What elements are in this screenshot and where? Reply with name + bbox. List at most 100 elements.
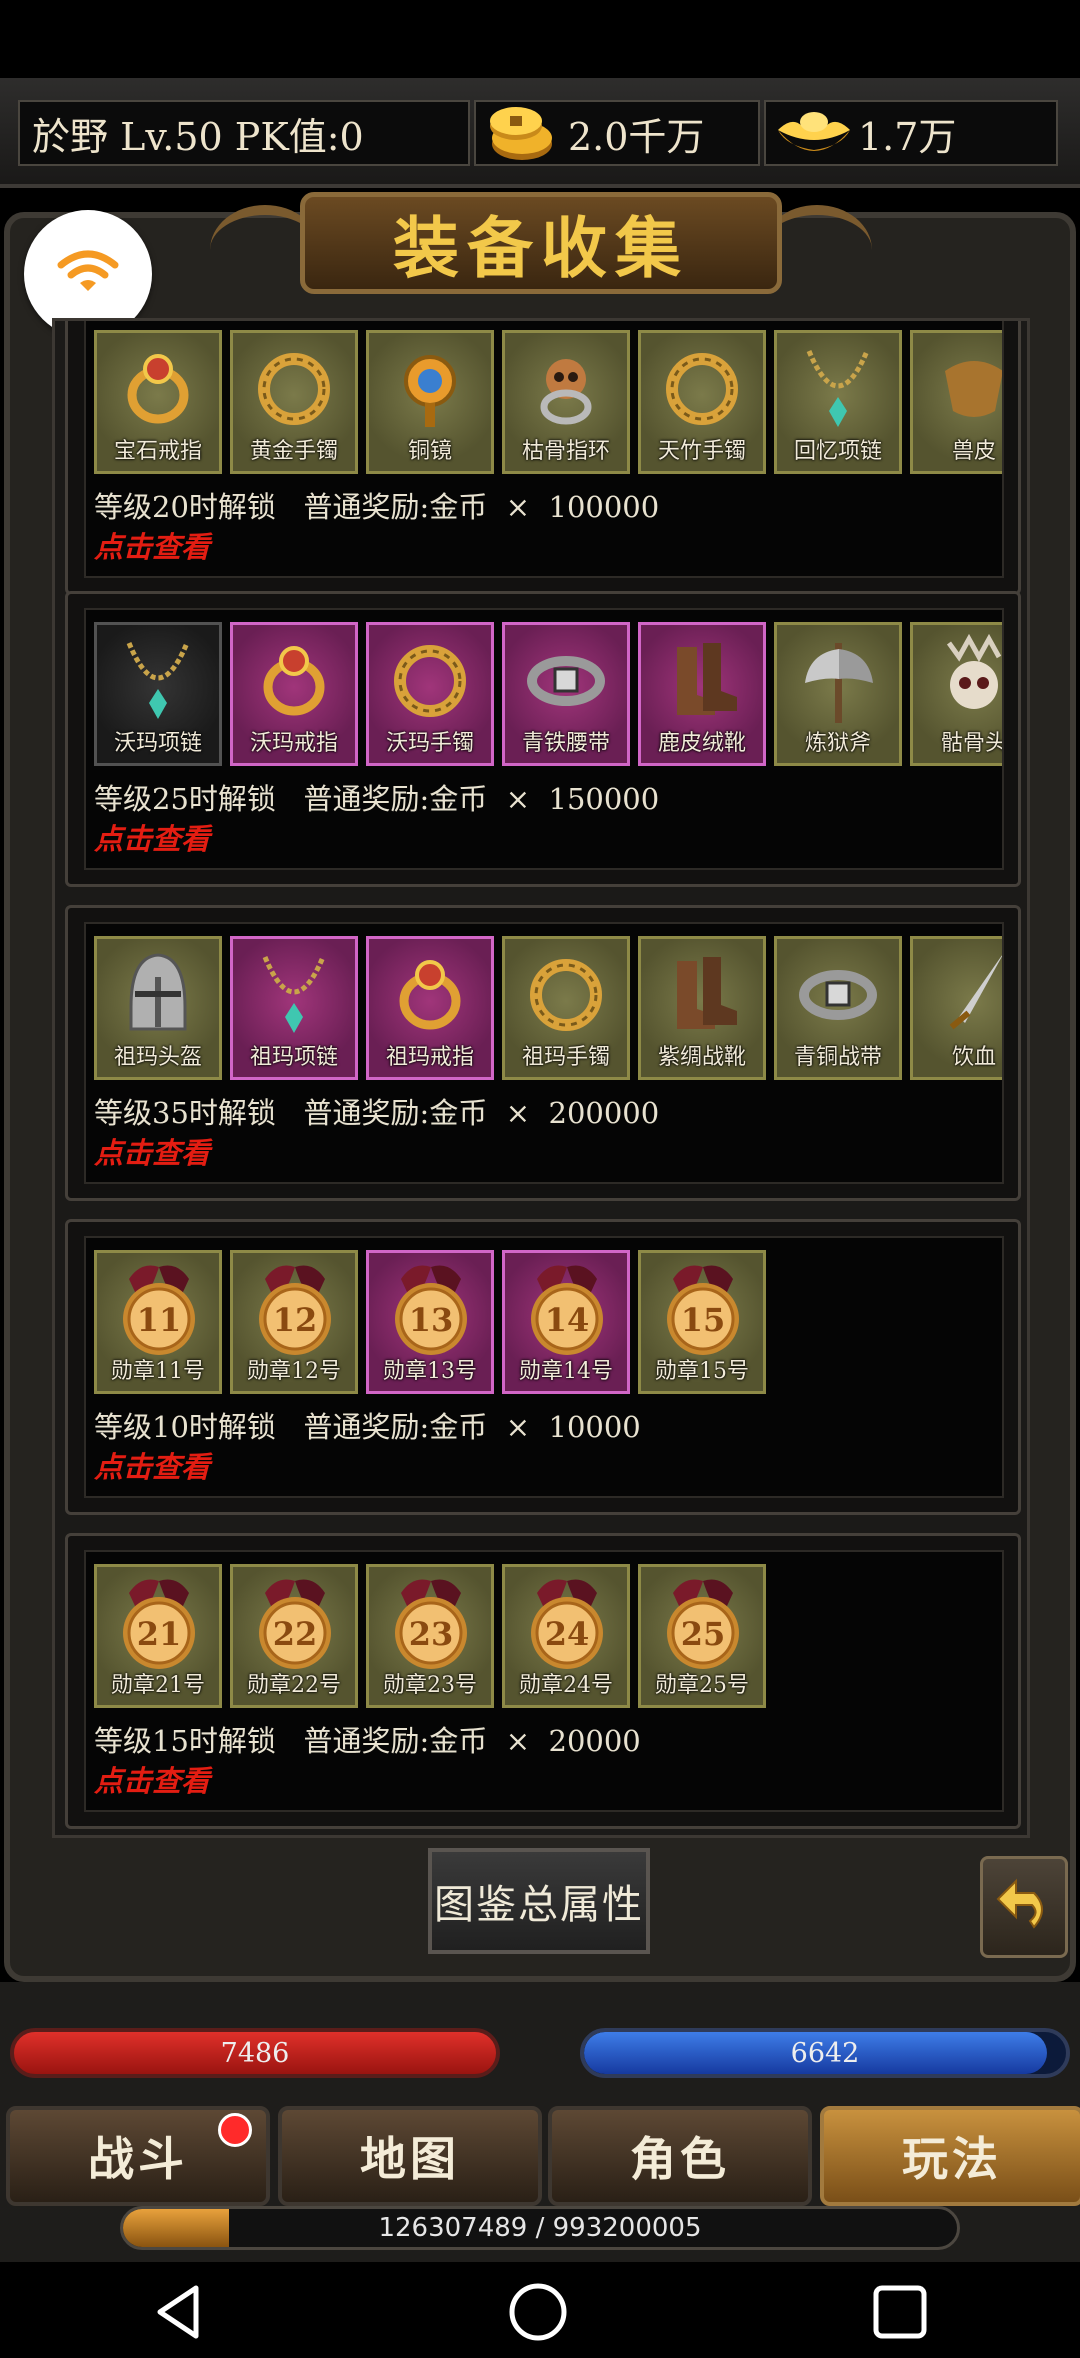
equipment-slot[interactable]: 饮血: [910, 936, 1002, 1080]
collection-list[interactable]: 宝石戒指 黄金手镯 铜镜 枯骨指环 天竹手镯 回忆项链 兽皮 等级20时解锁 普通奖励:金币 …: [52, 318, 1030, 1838]
boots-icon: [663, 947, 741, 1039]
system-nav-bar: [0, 2262, 1080, 2358]
mp-bar: 6642: [580, 2028, 1070, 2078]
total-attributes-button[interactable]: 图鉴总属性: [428, 1848, 650, 1954]
equipment-label: 祖玛戒指: [385, 1045, 474, 1070]
equipment-slot[interactable]: 25 勋章25号: [638, 1564, 766, 1708]
view-details-link[interactable]: 点击查看: [94, 1758, 210, 1800]
equipment-slot[interactable]: 沃玛戒指: [230, 622, 358, 766]
equipment-slot[interactable]: 15 勋章15号: [638, 1250, 766, 1394]
medal-icon: 23: [383, 1575, 479, 1675]
nav-battle-label: 战斗: [88, 2132, 188, 2186]
equipment-label: 勋章13号: [383, 1359, 477, 1384]
svg-text:11: 11: [137, 1301, 182, 1339]
gold-ingot-icon: [772, 100, 856, 170]
collection-card-body: 21 勋章21号 22 勋章22号 23 勋章23号 24 勋章24号 25 勋…: [84, 1550, 1004, 1812]
medal-icon: 21: [111, 1575, 207, 1675]
equipment-label: 沃玛手镯: [385, 731, 474, 756]
equipment-label: 枯骨指环: [521, 439, 610, 464]
equipment-slot[interactable]: 鹿皮绒靴: [638, 622, 766, 766]
equipment-slot[interactable]: 13 勋章13号: [366, 1250, 494, 1394]
item-row[interactable]: 21 勋章21号 22 勋章22号 23 勋章23号 24 勋章24号 25 勋…: [94, 1564, 766, 1708]
equipment-slot[interactable]: 11 勋章11号: [94, 1250, 222, 1394]
equipment-slot[interactable]: 青铁腰带: [502, 622, 630, 766]
svg-text:15: 15: [681, 1301, 726, 1339]
player-info: 於野 Lv.50 PK值:0: [18, 100, 470, 166]
equipment-slot[interactable]: 紫绸战靴: [638, 936, 766, 1080]
item-row[interactable]: 宝石戒指 黄金手镯 铜镜 枯骨指环 天竹手镯 回忆项链 兽皮: [94, 330, 1002, 474]
nav-role-label: 角色: [630, 2132, 730, 2186]
equipment-label: 勋章23号: [383, 1673, 477, 1698]
equipment-slot[interactable]: 12 勋章12号: [230, 1250, 358, 1394]
equipment-label: 沃玛戒指: [249, 731, 338, 756]
equipment-label: 青铜战带: [793, 1045, 882, 1070]
equipment-slot[interactable]: 炼狱斧: [774, 622, 902, 766]
nav-map-button[interactable]: 地图: [278, 2106, 542, 2206]
title-plate: 装备收集: [300, 192, 782, 294]
medal-icon: 25: [655, 1575, 751, 1675]
equipment-slot[interactable]: 黄金手镯: [230, 330, 358, 474]
equipment-slot[interactable]: 23 勋章23号: [366, 1564, 494, 1708]
svg-text:12: 12: [273, 1301, 318, 1339]
hp-value: 7486: [220, 2037, 290, 2069]
equipment-slot[interactable]: 沃玛手镯: [366, 622, 494, 766]
svg-text:22: 22: [273, 1615, 318, 1653]
recents-square-icon[interactable]: [872, 2284, 928, 2344]
equipment-slot[interactable]: 沃玛项链: [94, 622, 222, 766]
equipment-label: 勋章24号: [519, 1673, 613, 1698]
back-button[interactable]: [980, 1856, 1068, 1958]
collection-card: 11 勋章11号 12 勋章12号 13 勋章13号 14 勋章14号 15 勋…: [65, 1219, 1021, 1515]
equipment-slot[interactable]: 枯骨指环: [502, 330, 630, 474]
collection-card-body: 11 勋章11号 12 勋章12号 13 勋章13号 14 勋章14号 15 勋…: [84, 1236, 1004, 1498]
view-details-link[interactable]: 点击查看: [94, 1444, 210, 1486]
equipment-slot[interactable]: 青铜战带: [774, 936, 902, 1080]
equipment-slot[interactable]: 24 勋章24号: [502, 1564, 630, 1708]
item-row[interactable]: 沃玛项链 沃玛戒指 沃玛手镯 青铁腰带 鹿皮绒靴 炼狱斧 骷骨头: [94, 622, 1004, 766]
mirror-icon: [391, 341, 469, 433]
equipment-slot[interactable]: 22 勋章22号: [230, 1564, 358, 1708]
view-details-link[interactable]: 点击查看: [94, 816, 210, 858]
equipment-slot[interactable]: 宝石戒指: [94, 330, 222, 474]
medal-icon: 22: [247, 1575, 343, 1675]
home-circle-icon[interactable]: [508, 2282, 568, 2346]
boots-icon: [663, 633, 741, 725]
equipment-slot[interactable]: 天竹手镯: [638, 330, 766, 474]
item-row[interactable]: 祖玛头盔 祖玛项链 祖玛戒指 祖玛手镯 紫绸战靴 青铜战带 饮血: [94, 936, 1002, 1080]
view-details-link[interactable]: 点击查看: [94, 524, 210, 566]
equipment-slot[interactable]: 兽皮: [910, 330, 1002, 474]
equipment-slot[interactable]: 铜镜: [366, 330, 494, 474]
equipment-slot[interactable]: 回忆项链: [774, 330, 902, 474]
equipment-slot[interactable]: 祖玛戒指: [366, 936, 494, 1080]
equipment-label: 紫绸战靴: [657, 1045, 746, 1070]
nav-role-button[interactable]: 角色: [548, 2106, 812, 2206]
equipment-slot[interactable]: 祖玛手镯: [502, 936, 630, 1080]
equipment-label: 青铁腰带: [521, 731, 610, 756]
collection-card: 沃玛项链 沃玛戒指 沃玛手镯 青铁腰带 鹿皮绒靴 炼狱斧 骷骨头等级25时解锁 普通奖励:金…: [65, 591, 1021, 887]
nav-play-button[interactable]: 玩法: [820, 2106, 1080, 2206]
equipment-label: 勋章15号: [655, 1359, 749, 1384]
svg-text:13: 13: [409, 1301, 454, 1339]
return-arrow-icon: [994, 1873, 1054, 1941]
ring-icon: [119, 341, 197, 433]
equipment-slot[interactable]: 祖玛头盔: [94, 936, 222, 1080]
medal-icon: 13: [383, 1261, 479, 1361]
item-row[interactable]: 11 勋章11号 12 勋章12号 13 勋章13号 14 勋章14号 15 勋…: [94, 1250, 766, 1394]
collection-card-body: 沃玛项链 沃玛戒指 沃玛手镯 青铁腰带 鹿皮绒靴 炼狱斧 骷骨头等级25时解锁 普通奖励:金…: [84, 608, 1004, 870]
page-title: 装备收集: [393, 209, 689, 287]
equipment-label: 回忆项链: [793, 439, 882, 464]
unlock-reward-text: 等级15时解锁 普通奖励:金币 × 20000: [94, 1724, 641, 1758]
equipment-label: 炼狱斧: [804, 731, 871, 756]
notification-dot: [218, 2113, 252, 2147]
equipment-slot[interactable]: 骷骨头: [910, 622, 1004, 766]
equipment-label: 骷骨头: [940, 731, 1004, 756]
equipment-slot[interactable]: 祖玛项链: [230, 936, 358, 1080]
axe-icon: [799, 633, 877, 725]
equipment-label: 天竹手镯: [657, 439, 746, 464]
unlock-reward-text: 等级25时解锁 普通奖励:金币 × 150000: [94, 782, 660, 816]
equipment-slot[interactable]: 14 勋章14号: [502, 1250, 630, 1394]
equipment-slot[interactable]: 21 勋章21号: [94, 1564, 222, 1708]
back-triangle-icon[interactable]: [152, 2284, 204, 2344]
equipment-label: 祖玛头盔: [113, 1045, 202, 1070]
view-details-link[interactable]: 点击查看: [94, 1130, 210, 1172]
nav-map-label: 地图: [360, 2132, 460, 2186]
